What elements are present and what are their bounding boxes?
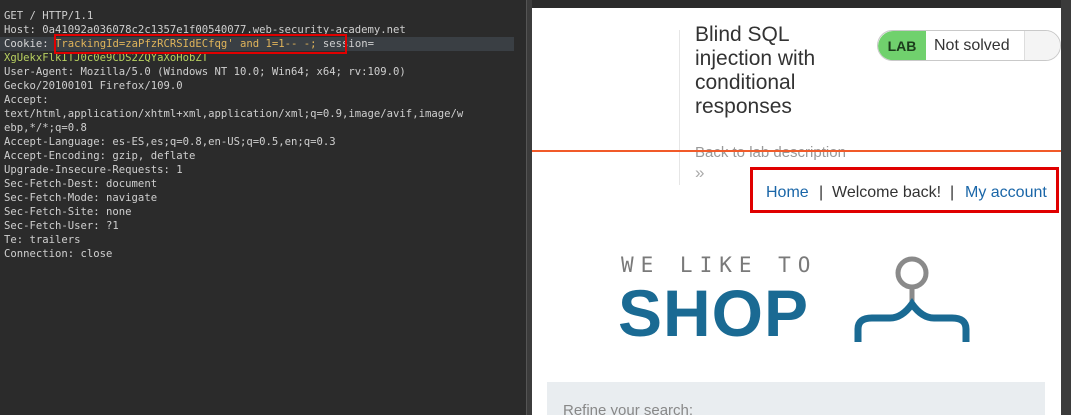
lab-title: Blind SQL injection with conditional res… bbox=[695, 23, 816, 118]
search-label: Refine your search: bbox=[563, 402, 694, 415]
accept-value: text/html,application/xhtml+xml,applicat… bbox=[4, 108, 464, 120]
cookie-name: Cookie: bbox=[4, 38, 49, 50]
lab-status-text: Not solved bbox=[934, 37, 1010, 54]
logo-tagline: WE LIKE TO bbox=[621, 253, 818, 277]
sec-fetch-dest-header: Sec-Fetch-Dest: document bbox=[4, 178, 158, 190]
view-top-bar bbox=[532, 0, 1071, 8]
chevron-right-icon: » bbox=[695, 163, 705, 182]
lab-label: LAB bbox=[878, 31, 926, 60]
welcome-message: Welcome back! bbox=[832, 184, 942, 201]
lab-status-badge: LAB Not solved bbox=[877, 30, 1061, 61]
nav-separator: | bbox=[950, 184, 955, 201]
logo-wordmark: SHOP bbox=[618, 276, 810, 350]
accept-value-cont: ebp,*/*;q=0.8 bbox=[4, 122, 87, 134]
user-agent-header: User-Agent: Mozilla/5.0 (Windows NT 10.0… bbox=[4, 66, 406, 78]
nav-separator: | bbox=[819, 184, 824, 201]
request-line: GET / HTTP/1.1 bbox=[4, 10, 94, 22]
scrollbar[interactable] bbox=[1061, 0, 1071, 415]
user-agent-cont: Gecko/20100101 Firefox/109.0 bbox=[4, 80, 183, 92]
nav-my-account-link[interactable]: My account bbox=[965, 184, 1047, 202]
nav-home-link[interactable]: Home bbox=[766, 184, 809, 202]
header-divider bbox=[679, 30, 680, 185]
accept-encoding-header: Accept-Encoding: gzip, deflate bbox=[4, 150, 196, 162]
status-toggle[interactable] bbox=[1024, 31, 1060, 60]
connection-header: Connection: close bbox=[4, 248, 113, 260]
hanger-icon bbox=[854, 256, 970, 342]
accept-language-header: Accept-Language: es-ES,es;q=0.8,en-US;q=… bbox=[4, 136, 336, 148]
back-to-lab-link[interactable]: Back to lab description bbox=[695, 144, 846, 161]
search-filter-panel: Refine your search: bbox=[547, 382, 1045, 415]
te-header: Te: trailers bbox=[4, 234, 81, 246]
sec-fetch-mode-header: Sec-Fetch-Mode: navigate bbox=[4, 192, 158, 204]
request-editor[interactable]: GET / HTTP/1.1 Host: 0a41092a036078c2c13… bbox=[0, 0, 526, 415]
injection-highlight-box bbox=[54, 34, 347, 54]
orange-divider bbox=[532, 150, 1061, 152]
account-nav: Home | Welcome back! | My account bbox=[750, 167, 1059, 213]
upgrade-insecure-header: Upgrade-Insecure-Requests: 1 bbox=[4, 164, 183, 176]
sec-fetch-site-header: Sec-Fetch-Site: none bbox=[4, 206, 132, 218]
browser-view: Blind SQL injection with conditional res… bbox=[532, 0, 1071, 415]
accept-header: Accept: bbox=[4, 94, 49, 106]
sec-fetch-user-header: Sec-Fetch-User: ?1 bbox=[4, 220, 119, 232]
